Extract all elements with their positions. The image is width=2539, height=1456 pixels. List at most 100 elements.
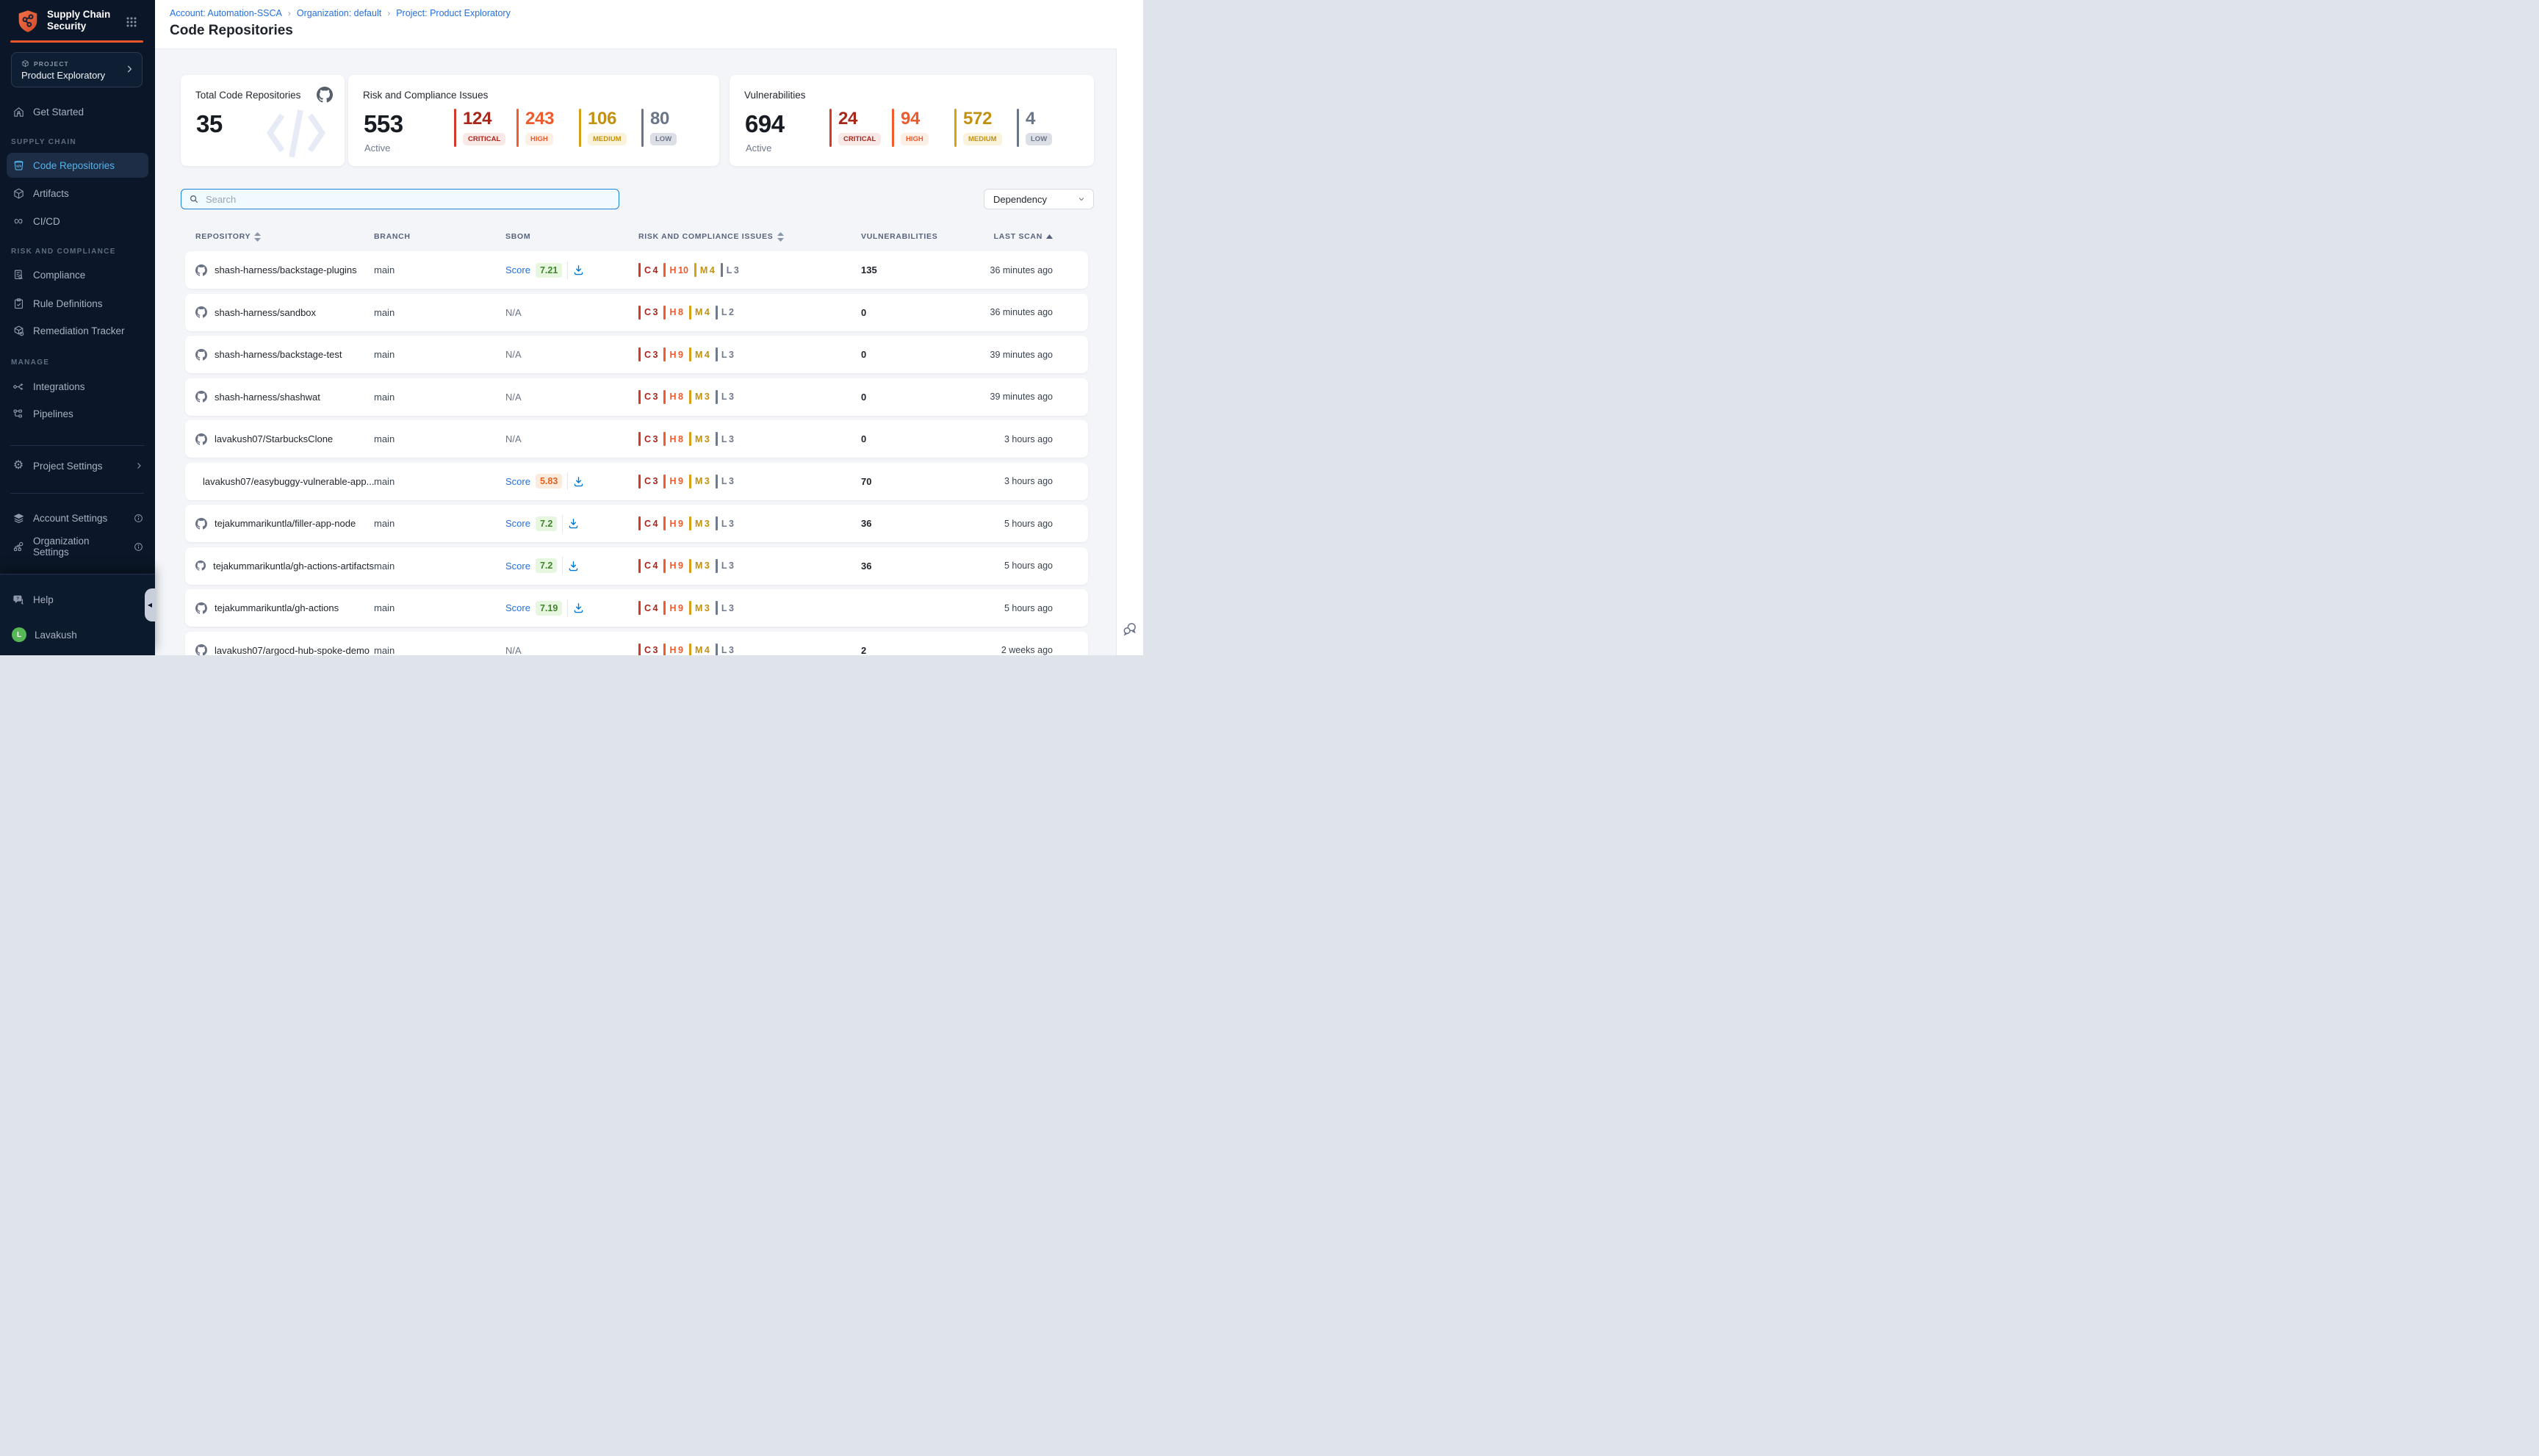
table-row[interactable]: lavakush07/argocd-hub-spoke-demo main N/… <box>185 632 1088 656</box>
github-icon <box>195 349 207 361</box>
chip-bar-icon <box>689 390 691 404</box>
table-row[interactable]: lavakush07/StarbucksClone main N/A C 3H … <box>185 420 1088 458</box>
github-icon <box>317 87 333 103</box>
column-header-repository[interactable]: REPOSITORY <box>185 232 374 242</box>
table-row[interactable]: tejakummarikuntla/gh-actions-artifacts m… <box>185 547 1088 585</box>
chip-bar-icon <box>689 347 691 361</box>
repository-name[interactable]: shash-harness/sandbox <box>215 307 316 318</box>
repository-name[interactable]: tejakummarikuntla/filler-app-node <box>215 518 356 529</box>
table-row[interactable]: shash-harness/shashwat main N/A C 3H 8M … <box>185 378 1088 416</box>
last-scan-value: 3 hours ago <box>979 434 1088 444</box>
table-row[interactable]: lavakush07/easybuggy-vulnerable-app... m… <box>185 463 1088 500</box>
chip-bar-icon <box>638 601 641 615</box>
breadcrumb-account-link[interactable]: Account: Automation-SSCA <box>170 8 282 18</box>
github-icon <box>195 644 207 655</box>
repository-name[interactable]: lavakush07/argocd-hub-spoke-demo <box>215 645 370 656</box>
sbom-cell: Score 7.2 <box>505 557 638 574</box>
risk-chip-c: C 4 <box>638 559 658 573</box>
sidebar-item-cicd[interactable]: ∞ CI/CD <box>7 209 148 233</box>
repository-name[interactable]: lavakush07/StarbucksClone <box>215 433 333 444</box>
sidebar-item-organization-settings[interactable]: Organization Settings <box>7 535 148 558</box>
download-sbom-button[interactable] <box>573 602 584 613</box>
sidebar-item-help[interactable]: ? Help <box>7 588 148 611</box>
sidebar-item-remediation-tracker[interactable]: Remediation Tracker <box>7 319 148 342</box>
repository-name[interactable]: shash-harness/backstage-test <box>215 349 342 360</box>
branch-value: main <box>374 349 505 360</box>
table-row[interactable]: shash-harness/sandbox main N/A C 3H 8M 4… <box>185 294 1088 331</box>
user-menu[interactable]: L Lavakush <box>7 623 148 646</box>
last-scan-value: 2 weeks ago <box>979 645 1088 655</box>
sidebar-item-get-started[interactable]: Get Started <box>7 100 148 123</box>
chat-support-icon[interactable] <box>1122 621 1138 637</box>
vulnerabilities-count: 135 <box>861 264 979 275</box>
download-sbom-button[interactable] <box>568 518 579 529</box>
repository-name[interactable]: shash-harness/shashwat <box>215 392 320 403</box>
repository-name[interactable]: tejakummarikuntla/gh-actions-artifacts <box>213 561 374 572</box>
info-circle-icon[interactable] <box>134 513 143 523</box>
sidebar-item-compliance[interactable]: Compliance <box>7 263 148 286</box>
risk-chip-c: C 4 <box>638 601 658 615</box>
vulnerabilities-count: 0 <box>861 392 979 403</box>
risk-chip-l: L 2 <box>716 306 734 320</box>
sidebar-item-integrations[interactable]: Integrations <box>7 375 148 398</box>
chip-bar-icon <box>638 559 641 573</box>
repository-name[interactable]: lavakush07/easybuggy-vulnerable-app... <box>203 476 374 487</box>
severity-count: 124 <box>463 110 505 128</box>
risk-severity-cluster: 124 CRITICAL 243 HIGH 106 MEDIUM 80 LOW <box>454 109 704 147</box>
cube-icon <box>12 187 25 200</box>
sidebar-collapse-handle[interactable]: ◀ <box>145 588 155 621</box>
chip-bar-icon <box>694 263 696 277</box>
table-row[interactable]: shash-harness/backstage-plugins main Sco… <box>185 251 1088 289</box>
sidebar-item-rule-definitions[interactable]: Rule Definitions <box>7 292 148 315</box>
info-circle-icon[interactable] <box>134 542 143 552</box>
sidebar-item-code-repositories[interactable]: Code Repositories <box>7 153 148 178</box>
download-sbom-button[interactable] <box>573 476 584 487</box>
last-scan-value: 39 minutes ago <box>979 392 1088 402</box>
severity-count: 80 <box>650 110 677 128</box>
download-sbom-button[interactable] <box>568 561 579 572</box>
column-header-risk[interactable]: RISK AND COMPLIANCE ISSUES <box>638 232 861 242</box>
download-sbom-button[interactable] <box>573 264 584 275</box>
chip-bar-icon <box>663 390 666 404</box>
dependency-filter-dropdown[interactable]: Dependency <box>984 189 1094 209</box>
repositories-table: shash-harness/backstage-plugins main Sco… <box>185 251 1088 655</box>
vulnerabilities-count: 36 <box>861 561 979 572</box>
search-input[interactable] <box>204 193 589 206</box>
repository-name[interactable]: tejakummarikuntla/gh-actions <box>215 602 339 613</box>
last-scan-value: 5 hours ago <box>979 603 1088 613</box>
integrations-icon <box>12 380 25 393</box>
chip-bar-icon <box>689 432 691 446</box>
table-row[interactable]: tejakummarikuntla/filler-app-node main S… <box>185 505 1088 542</box>
chip-bar-icon <box>638 263 641 277</box>
vulnerabilities-count: 2 <box>861 645 979 656</box>
code-repository-icon <box>12 159 25 172</box>
sidebar-item-pipelines[interactable]: Pipelines <box>7 402 148 425</box>
project-selector[interactable]: PROJECT Product Exploratory <box>11 52 143 87</box>
project-cube-icon <box>21 60 29 68</box>
column-header-last-scan[interactable]: LAST SCAN <box>979 232 1088 241</box>
org-settings-icon <box>12 540 25 553</box>
sidebar-item-project-settings[interactable]: ⚙ Project Settings <box>7 454 148 477</box>
breadcrumb-org-link[interactable]: Organization: default <box>297 8 381 18</box>
column-header-vulnerabilities: VULNERABILITIES <box>861 232 979 241</box>
breadcrumb-project-link[interactable]: Project: Product Exploratory <box>396 8 511 18</box>
sidebar-item-artifacts[interactable]: Artifacts <box>7 181 148 205</box>
sbom-cell: N/A <box>505 392 638 403</box>
severity-bar-icon <box>829 109 832 147</box>
risk-chip-h: H 9 <box>663 347 683 361</box>
app-switcher-grid-icon[interactable] <box>126 17 137 27</box>
severity-count: 94 <box>901 110 929 128</box>
severity-badge: HIGH <box>525 133 553 145</box>
risk-issues-title: Risk and Compliance Issues <box>363 90 488 101</box>
sbom-cell: N/A <box>505 307 638 318</box>
severity-count: 4 <box>1026 110 1052 128</box>
table-row[interactable]: tejakummarikuntla/gh-actions main Score … <box>185 589 1088 627</box>
repository-name[interactable]: shash-harness/backstage-plugins <box>215 264 357 275</box>
risk-chip-h: H 10 <box>663 263 688 277</box>
last-scan-value: 36 minutes ago <box>979 307 1088 317</box>
table-row[interactable]: shash-harness/backstage-test main N/A C … <box>185 336 1088 373</box>
risk-chip-h: H 9 <box>663 516 683 530</box>
sidebar-item-account-settings[interactable]: Account Settings <box>7 506 148 530</box>
severity-bar-icon <box>892 109 894 147</box>
home-icon <box>12 105 25 118</box>
